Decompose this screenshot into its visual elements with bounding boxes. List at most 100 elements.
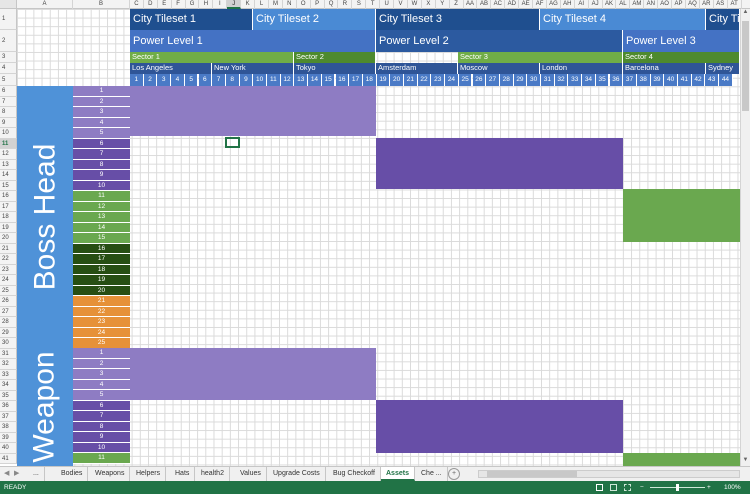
row-header-41[interactable]: 41: [0, 453, 17, 464]
column-header-f[interactable]: F: [172, 0, 186, 9]
sheet-tab-values[interactable]: Values: [235, 467, 267, 481]
page-layout-icon[interactable]: [610, 484, 617, 491]
column-header-al[interactable]: AL: [617, 0, 631, 9]
zoom-in-icon[interactable]: +: [707, 481, 711, 494]
column-header-s[interactable]: S: [352, 0, 367, 9]
column-header-ae[interactable]: AE: [519, 0, 534, 9]
row-header-2[interactable]: 2: [0, 30, 17, 52]
row-header-25[interactable]: 25: [0, 285, 17, 296]
column-header-aj[interactable]: AJ: [589, 0, 603, 9]
column-header-aa[interactable]: AA: [464, 0, 478, 9]
row-header-18[interactable]: 18: [0, 212, 17, 223]
column-header-j[interactable]: J: [227, 0, 242, 9]
row-header-35[interactable]: 35: [0, 390, 17, 401]
column-header-ad[interactable]: AD: [505, 0, 520, 9]
row-header-6[interactable]: 6: [0, 86, 17, 97]
column-header-ag[interactable]: AG: [547, 0, 561, 9]
row-header-27[interactable]: 27: [0, 306, 17, 317]
row-header-23[interactable]: 23: [0, 264, 17, 275]
normal-view-icon[interactable]: [596, 484, 603, 491]
row-header-36[interactable]: 36: [0, 401, 17, 412]
column-header-u[interactable]: U: [380, 0, 395, 9]
sheet-tab-upgrade-costs[interactable]: Upgrade Costs: [268, 467, 326, 481]
column-header-t[interactable]: T: [366, 0, 381, 9]
column-header-z[interactable]: Z: [450, 0, 464, 9]
row-header-20[interactable]: 20: [0, 233, 17, 244]
row-header-21[interactable]: 21: [0, 243, 17, 254]
row-header-5[interactable]: 5: [0, 74, 17, 86]
column-header-r[interactable]: R: [339, 0, 353, 9]
column-header-ak[interactable]: AK: [603, 0, 617, 9]
column-header-aq[interactable]: AQ: [686, 0, 700, 9]
scroll-thumb[interactable]: [742, 21, 749, 111]
row-header-1[interactable]: 1: [0, 9, 17, 30]
row-header-17[interactable]: 17: [0, 201, 17, 212]
column-header-ab[interactable]: AB: [478, 0, 492, 9]
sheet-tab-bodies[interactable]: Bodies: [56, 467, 89, 481]
row-header-3[interactable]: 3: [0, 52, 17, 63]
scroll-down-arrow[interactable]: ▼: [741, 457, 750, 466]
row-header-13[interactable]: 13: [0, 159, 17, 170]
vertical-scrollbar[interactable]: ▲ ▼: [740, 9, 750, 466]
column-header-am[interactable]: AM: [630, 0, 645, 9]
column-header-ac[interactable]: AC: [491, 0, 506, 9]
column-header-v[interactable]: V: [394, 0, 408, 9]
column-header-ao[interactable]: AO: [658, 0, 673, 9]
row-header-32[interactable]: 32: [0, 359, 17, 370]
sheet-tab-bug-checkoff[interactable]: Bug Checkoff: [328, 467, 381, 481]
sheet-tab-assets[interactable]: Assets: [381, 467, 415, 481]
row-header-34[interactable]: 34: [0, 380, 17, 391]
column-header-w[interactable]: W: [408, 0, 422, 9]
active-cell[interactable]: [225, 137, 240, 148]
column-header-c[interactable]: C: [130, 0, 144, 9]
row-header-22[interactable]: 22: [0, 254, 17, 265]
row-header-30[interactable]: 30: [0, 338, 17, 349]
column-header-e[interactable]: E: [158, 0, 172, 9]
row-header-15[interactable]: 15: [0, 180, 17, 191]
row-header-24[interactable]: 24: [0, 275, 17, 286]
column-header-g[interactable]: G: [186, 0, 200, 9]
tab-nav-left-icon[interactable]: ◀: [4, 467, 9, 481]
row-header-11[interactable]: 11: [0, 138, 17, 149]
column-header-y[interactable]: Y: [436, 0, 450, 9]
column-header-l[interactable]: L: [255, 0, 269, 9]
sheet-tab-hats[interactable]: Hats: [170, 467, 196, 481]
row-header-33[interactable]: 33: [0, 369, 17, 380]
scroll-up-arrow[interactable]: ▲: [741, 9, 750, 18]
column-header-n[interactable]: N: [283, 0, 297, 9]
row-header-40[interactable]: 40: [0, 443, 17, 454]
column-header-an[interactable]: AN: [644, 0, 659, 9]
sheet-tab-health2[interactable]: health2: [196, 467, 230, 481]
column-header-m[interactable]: M: [269, 0, 283, 9]
column-header-b[interactable]: B: [73, 0, 130, 9]
sheet-tab-che[interactable]: Che ...: [416, 467, 448, 481]
column-header-at[interactable]: AT: [728, 0, 742, 9]
column-header-ap[interactable]: AP: [672, 0, 686, 9]
sheet-tab-helpers[interactable]: Helpers: [131, 467, 167, 481]
column-header-i[interactable]: I: [213, 0, 228, 9]
select-all-corner[interactable]: [0, 0, 17, 9]
column-header-ai[interactable]: AI: [575, 0, 589, 9]
row-header-16[interactable]: 16: [0, 191, 17, 202]
horizontal-scrollbar[interactable]: [478, 470, 740, 478]
column-header-d[interactable]: D: [144, 0, 158, 9]
row-header-37[interactable]: 37: [0, 411, 17, 422]
row-header-29[interactable]: 29: [0, 327, 17, 338]
tab-nav-right-icon[interactable]: ▶: [14, 467, 19, 481]
row-header-31[interactable]: 31: [0, 348, 17, 359]
row-header-9[interactable]: 9: [0, 117, 17, 128]
column-header-h[interactable]: H: [200, 0, 214, 9]
zoom-slider-thumb[interactable]: [676, 484, 679, 491]
row-header-26[interactable]: 26: [0, 296, 17, 307]
row-header-12[interactable]: 12: [0, 149, 17, 160]
column-header-ah[interactable]: AH: [561, 0, 575, 9]
sheet-tab-[interactable]: ...: [28, 467, 45, 481]
row-header-39[interactable]: 39: [0, 432, 17, 443]
column-header-p[interactable]: P: [311, 0, 325, 9]
column-header-a[interactable]: A: [17, 0, 73, 9]
row-header-28[interactable]: 28: [0, 317, 17, 328]
row-header-19[interactable]: 19: [0, 222, 17, 233]
column-header-as[interactable]: AS: [714, 0, 728, 9]
column-header-af[interactable]: AF: [533, 0, 547, 9]
zoom-out-icon[interactable]: −: [640, 481, 644, 494]
